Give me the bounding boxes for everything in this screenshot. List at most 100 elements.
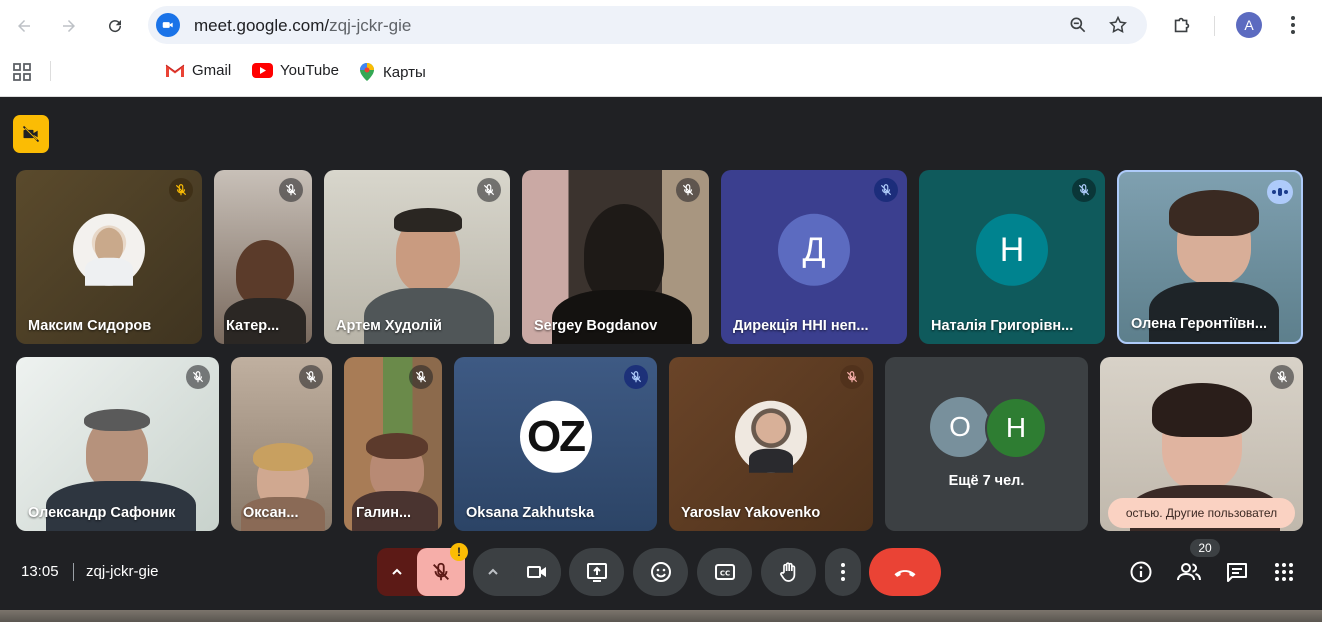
- participant-tile[interactable]: Оксан...: [231, 357, 332, 531]
- mic-off-icon: [1072, 178, 1096, 202]
- puzzle-icon: [1174, 17, 1190, 33]
- participant-tile[interactable]: Yaroslav Yakovenko: [669, 357, 873, 531]
- participant-name: Олена Геронтіївн...: [1131, 316, 1268, 332]
- mic-warning-icon[interactable]: !: [450, 543, 468, 561]
- kebab-menu-icon: [841, 563, 845, 581]
- captions-button[interactable]: CC: [697, 548, 752, 596]
- apps-grid-button[interactable]: [12, 62, 32, 87]
- others-tile[interactable]: O Н Ещё 7 чел.: [885, 357, 1088, 531]
- mic-off-icon: [477, 178, 501, 202]
- participant-tile[interactable]: Sergey Bogdanov: [522, 170, 709, 344]
- leave-call-button[interactable]: [869, 548, 941, 596]
- meeting-details-button[interactable]: [1128, 559, 1154, 585]
- bookmark-maps[interactable]: Карты: [358, 62, 426, 82]
- camera-toggle-button[interactable]: [513, 548, 561, 596]
- people-button[interactable]: [1176, 559, 1202, 585]
- participant-avatar: Н: [976, 213, 1048, 286]
- chevron-up-icon: [392, 568, 402, 575]
- arrow-left-icon: [18, 20, 30, 32]
- star-icon: [1109, 15, 1127, 33]
- raise-hand-button[interactable]: [761, 548, 816, 596]
- participant-tile[interactable]: Галин...: [344, 357, 442, 531]
- zoom-button[interactable]: [1066, 13, 1090, 37]
- participant-tile[interactable]: Максим Сидоров: [16, 170, 202, 344]
- participant-tile[interactable]: Д Дирекція ННІ неп...: [721, 170, 907, 344]
- bookmarks-bar: Gmail YouTube Карты: [0, 56, 1322, 86]
- mic-off-icon: [1270, 365, 1294, 389]
- address-bar[interactable]: meet.google.com/zqj-jckr-gie: [148, 6, 1147, 44]
- bookmark-youtube[interactable]: YouTube: [252, 62, 339, 79]
- reload-button[interactable]: [101, 12, 129, 40]
- hand-icon: [779, 562, 795, 582]
- present-screen-button[interactable]: [569, 548, 624, 596]
- time-separator: [73, 563, 74, 581]
- apps-grid-icon: [1275, 563, 1293, 581]
- participant-name: Oksana Zakhutska: [466, 505, 595, 521]
- more-options-button[interactable]: [825, 548, 861, 596]
- no-video-badge[interactable]: [13, 115, 49, 153]
- back-button[interactable]: [10, 12, 38, 40]
- participant-tile[interactable]: Артем Худолій: [324, 170, 510, 344]
- participant-tile[interactable]: Олександр Сафоник: [16, 357, 219, 531]
- participant-name: Наталія Григорівн...: [931, 318, 1074, 334]
- closed-captions-icon: CC: [714, 564, 735, 580]
- video-options-button[interactable]: [473, 548, 513, 596]
- toolbar-divider: [1214, 16, 1215, 36]
- mic-off-icon: [299, 365, 323, 389]
- arrow-right-icon: [63, 20, 75, 32]
- emoji-icon: [650, 562, 671, 582]
- participant-count-badge: 20: [1190, 539, 1220, 557]
- video-camera-icon: [527, 566, 546, 578]
- chat-button[interactable]: [1224, 559, 1250, 585]
- participant-name: Олександр Сафоник: [28, 505, 176, 521]
- present-screen-icon: [586, 563, 607, 582]
- participant-tile[interactable]: Катер...: [214, 170, 312, 344]
- participant-tile[interactable]: OZ Oksana Zakhutska: [454, 357, 657, 531]
- forward-button[interactable]: [55, 12, 83, 40]
- profile-avatar[interactable]: A: [1236, 12, 1262, 38]
- reload-icon: [109, 20, 122, 33]
- people-icon: [1177, 563, 1201, 581]
- mic-off-icon: [624, 365, 648, 389]
- meeting-time: 13:05: [21, 563, 59, 580]
- mic-off-icon: [186, 365, 210, 389]
- mic-off-icon: [874, 178, 898, 202]
- bookmark-label: YouTube: [280, 62, 339, 79]
- youtube-icon: [252, 63, 273, 78]
- mic-off-icon: [409, 365, 433, 389]
- meet-site-icon: [156, 13, 180, 37]
- kebab-menu-icon: [1291, 16, 1295, 34]
- speaking-indicator-icon: [1267, 180, 1293, 204]
- participant-name: Катер...: [226, 318, 280, 334]
- mic-off-icon: [169, 178, 193, 202]
- apps-grid-icon: [13, 63, 31, 81]
- participant-avatar: [735, 400, 807, 473]
- zoom-icon: [1070, 17, 1086, 33]
- mic-off-icon: [676, 178, 700, 202]
- audio-options-button[interactable]: [377, 548, 417, 596]
- participant-avatar: Н: [985, 397, 1047, 459]
- activities-button[interactable]: [1271, 559, 1297, 585]
- gmail-icon: [165, 64, 185, 77]
- reactions-button[interactable]: [633, 548, 688, 596]
- bookmark-label: Карты: [383, 63, 426, 81]
- mic-off-icon: [279, 178, 303, 202]
- extensions-button[interactable]: [1167, 10, 1197, 40]
- participant-name: Yaroslav Yakovenko: [681, 505, 821, 521]
- participant-avatar: Д: [778, 213, 850, 286]
- participant-tile-active-speaker[interactable]: Олена Геронтіївн...: [1117, 170, 1303, 344]
- browser-menu-button[interactable]: [1278, 10, 1308, 40]
- maps-icon: [360, 63, 374, 81]
- meeting-code: zqj-jckr-gie: [86, 563, 159, 580]
- bookmark-star-button[interactable]: [1106, 13, 1130, 37]
- bookmark-gmail[interactable]: Gmail: [165, 62, 231, 79]
- chevron-up-icon: [488, 568, 498, 575]
- video-off-icon: [22, 125, 40, 143]
- desk-edge: [0, 610, 1322, 622]
- mic-off-icon: [433, 562, 449, 581]
- participant-tile[interactable]: Н Наталія Григорівн...: [919, 170, 1105, 344]
- others-count-label: Ещё 7 чел.: [948, 473, 1025, 489]
- participant-name: Дирекція ННІ неп...: [733, 318, 869, 334]
- url-text: meet.google.com/zqj-jckr-gie: [194, 16, 412, 35]
- camera-control-group: [473, 548, 561, 596]
